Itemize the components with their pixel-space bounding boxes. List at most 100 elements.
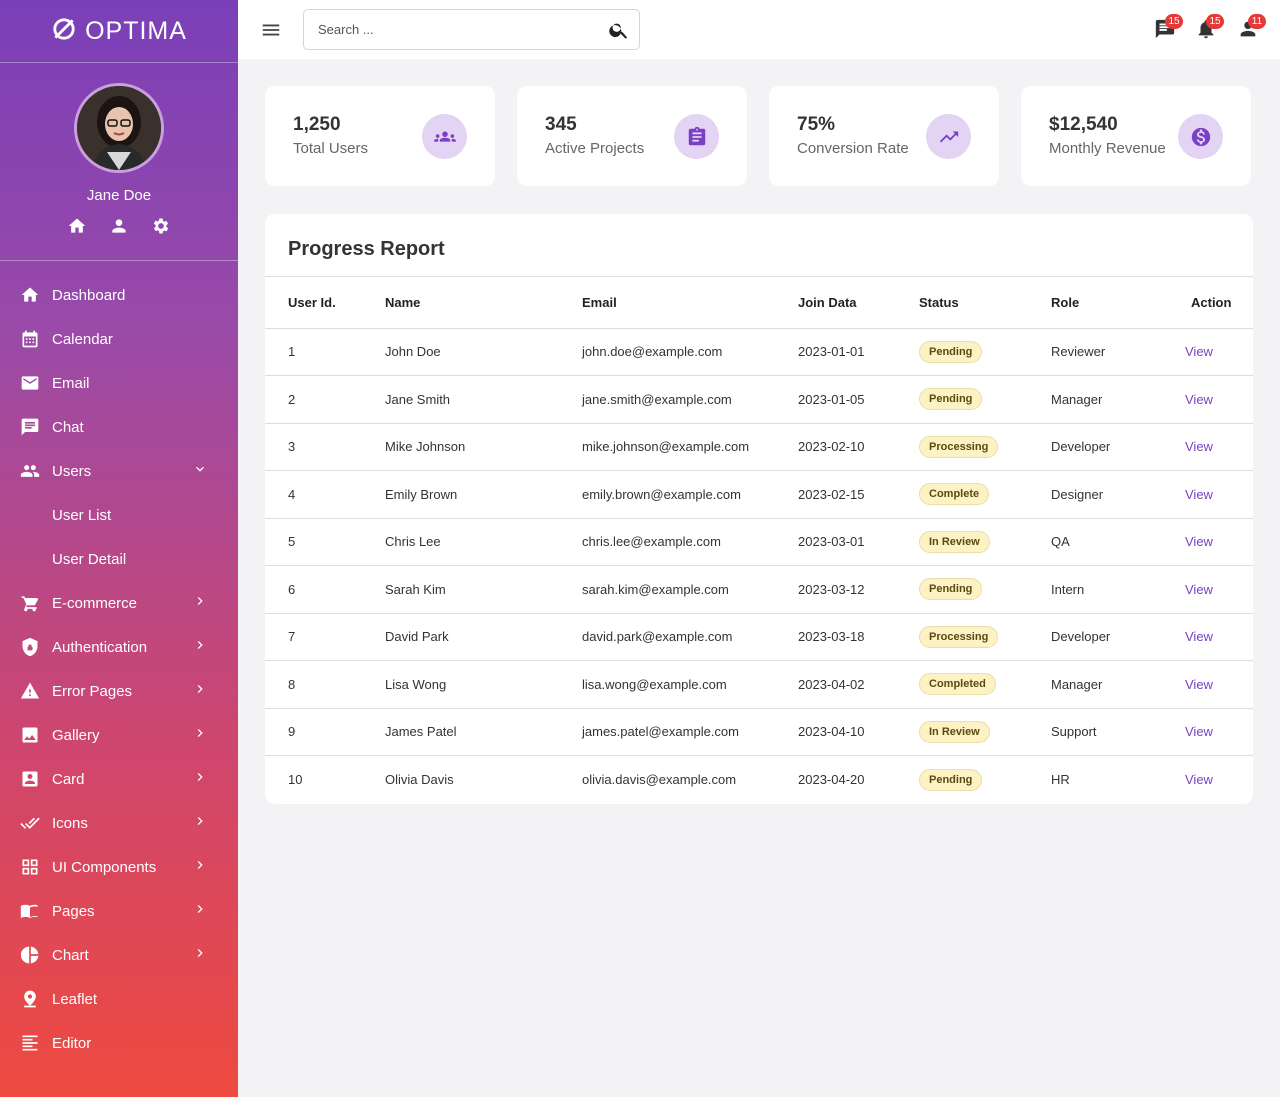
sidebar-item-pages[interactable]: Pages xyxy=(0,889,238,933)
stat-card-conversion-rate: 75% Conversion Rate xyxy=(769,86,999,186)
view-link[interactable]: View xyxy=(1185,629,1213,644)
sidebar-item-chat[interactable]: Chat xyxy=(0,405,238,449)
messages-button[interactable]: 15 xyxy=(1154,14,1183,42)
text-icon xyxy=(20,1033,40,1053)
sidebar-item-email[interactable]: Email xyxy=(0,361,238,405)
view-link[interactable]: View xyxy=(1185,534,1213,549)
search-input[interactable] xyxy=(304,10,594,49)
pin-icon xyxy=(20,989,40,1009)
gear-icon[interactable] xyxy=(151,216,171,241)
status-badge: Pending xyxy=(919,578,983,601)
sidebar: OPTIMA Jane Doe Dashboard Calendar Email… xyxy=(0,0,238,1097)
sidebar-item-chart[interactable]: Chart xyxy=(0,933,238,977)
sidebar-item-icons[interactable]: Icons xyxy=(0,801,238,845)
calendar-icon xyxy=(20,329,40,349)
sidebar-item-label: UI Components xyxy=(52,858,157,876)
sidebar-item-authentication[interactable]: Authentication xyxy=(0,625,238,669)
cell-user-id: 5 xyxy=(265,518,385,566)
cell-user-id: 2 xyxy=(265,375,385,424)
view-link[interactable]: View xyxy=(1185,439,1213,454)
chevron-down-icon xyxy=(192,461,208,482)
cell-email: emily.brown@example.com xyxy=(582,470,798,519)
cell-role: QA xyxy=(1051,518,1181,566)
cell-status: Completed xyxy=(919,660,1051,709)
view-link[interactable]: View xyxy=(1185,392,1213,407)
cell-user-id: 9 xyxy=(265,708,385,756)
status-badge: Complete xyxy=(919,483,990,506)
cell-status: In Review xyxy=(919,708,1051,756)
cell-join-date: 2023-04-02 xyxy=(798,660,919,709)
cell-status: Pending xyxy=(919,328,1051,376)
avatar[interactable] xyxy=(74,83,164,173)
user-menu-button[interactable]: 11 xyxy=(1237,14,1266,42)
home-icon[interactable] xyxy=(67,216,87,241)
cell-email: jane.smith@example.com xyxy=(582,375,798,424)
view-link[interactable]: View xyxy=(1185,582,1213,597)
notifications-button[interactable]: 15 xyxy=(1195,14,1224,42)
cell-name: Mike Johnson xyxy=(385,423,582,471)
sidebar-item-gallery[interactable]: Gallery xyxy=(0,713,238,757)
cell-join-date: 2023-03-01 xyxy=(798,518,919,566)
sidebar-item-ui-components[interactable]: UI Components xyxy=(0,845,238,889)
status-badge: In Review xyxy=(919,530,990,553)
cell-join-date: 2023-03-12 xyxy=(798,565,919,614)
status-badge: Processing xyxy=(919,625,999,648)
chevron-right-icon xyxy=(192,593,208,614)
sidebar-item-users[interactable]: Users xyxy=(0,449,238,493)
sidebar-item-label: Pages xyxy=(52,902,95,920)
sidebar-item-card[interactable]: Card xyxy=(0,757,238,801)
profile-actions xyxy=(0,216,238,241)
sidebar-item-label: Dashboard xyxy=(52,286,126,304)
stat-label: Monthly Revenue xyxy=(1049,140,1166,157)
cell-user-id: 1 xyxy=(265,328,385,376)
cell-role: Intern xyxy=(1051,565,1181,614)
col-header-join-date: Join Data xyxy=(798,277,919,329)
sidebar-item-label: Card xyxy=(52,770,85,788)
dollar-icon xyxy=(1178,114,1223,159)
sidebar-item-dashboard[interactable]: Dashboard xyxy=(0,273,238,317)
sidebar-item-editor[interactable]: Editor xyxy=(0,1021,238,1065)
sidebar-item-label: Calendar xyxy=(52,330,113,348)
sidebar-item-label: Chat xyxy=(52,418,84,436)
card-icon xyxy=(20,769,40,789)
cell-role: Designer xyxy=(1051,470,1181,519)
cell-action: View xyxy=(1181,328,1253,376)
cell-role: HR xyxy=(1051,772,1070,787)
stat-card-active-projects: 345 Active Projects xyxy=(517,86,747,186)
table-row: 2 Jane Smith jane.smith@example.com 2023-01… xyxy=(265,375,1253,424)
status-badge: Pending xyxy=(919,388,983,411)
image-icon xyxy=(20,725,40,745)
status-badge: Processing xyxy=(919,435,999,458)
search-box xyxy=(303,9,640,50)
person-icon[interactable] xyxy=(109,216,129,241)
sidebar-item-user-list[interactable]: User List xyxy=(0,493,238,537)
sidebar-item-error-pages[interactable]: Error Pages xyxy=(0,669,238,713)
brand[interactable]: OPTIMA xyxy=(0,0,238,63)
sidebar-item-leaflet[interactable]: Leaflet xyxy=(0,977,238,1021)
sidebar-item-calendar[interactable]: Calendar xyxy=(0,317,238,361)
sidebar-item-label: Email xyxy=(52,374,90,392)
sidebar-item-label: Editor xyxy=(52,1034,92,1052)
cell-email: olivia.davis@example.com xyxy=(582,772,737,787)
cell-email: lisa.wong@example.com xyxy=(582,660,798,709)
view-link[interactable]: View xyxy=(1185,724,1213,739)
status-badge: Pending xyxy=(919,768,983,791)
view-link[interactable]: View xyxy=(1185,677,1213,692)
sidebar-item-user-detail[interactable]: User Detail xyxy=(0,537,238,581)
view-link[interactable]: View xyxy=(1185,772,1213,787)
chevron-right-icon xyxy=(192,725,208,746)
view-link[interactable]: View xyxy=(1185,487,1213,502)
sidebar-menu: Dashboard Calendar Email Chat Users User… xyxy=(0,261,238,1065)
sidebar-item-ecommerce[interactable]: E-commerce xyxy=(0,581,238,625)
search-icon[interactable] xyxy=(608,19,630,41)
stat-label: Conversion Rate xyxy=(797,140,909,157)
cell-name: John Doe xyxy=(385,328,582,376)
view-link[interactable]: View xyxy=(1185,344,1213,359)
table-row: 6 Sarah Kim sarah.kim@example.com 2023-03-1… xyxy=(265,565,1253,614)
menu-toggle-icon[interactable] xyxy=(260,19,282,41)
cell-status: Pending xyxy=(919,375,1051,424)
cell-action: View xyxy=(1181,613,1253,661)
table-row: 7 David Park david.park@example.com 2023-03… xyxy=(265,613,1253,661)
check-icon xyxy=(20,813,40,833)
stat-card-total-users: 1,250 Total Users xyxy=(265,86,495,186)
